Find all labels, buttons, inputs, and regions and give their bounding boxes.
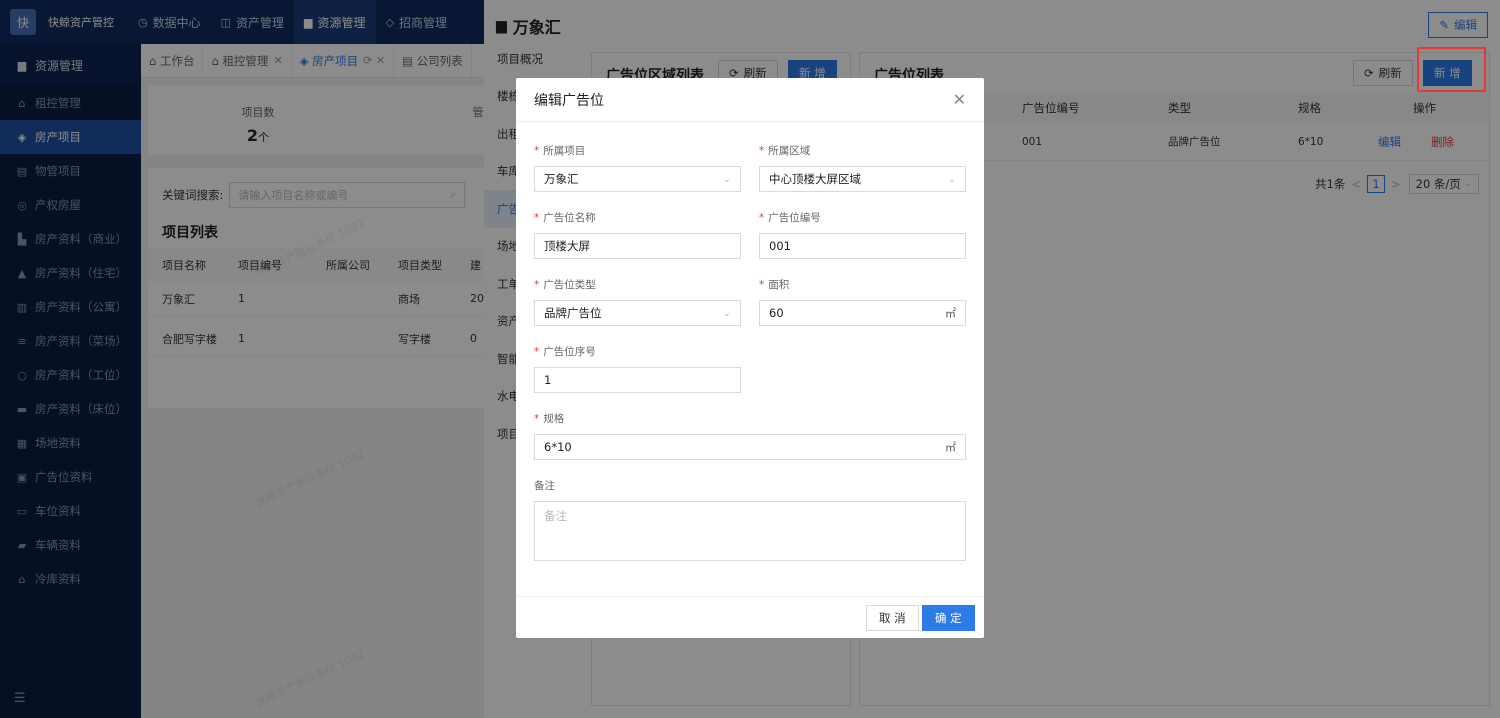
cancel-button[interactable]: 取 消 <box>866 605 919 631</box>
field-size: * 面积 60 ㎡ <box>759 277 966 326</box>
name-input[interactable]: 顶楼大屏 <box>534 233 741 259</box>
field-order: * 广告位序号 1 <box>534 344 741 393</box>
order-input[interactable]: 1 <box>534 367 741 393</box>
chevron-down-icon: ⌄ <box>722 173 731 185</box>
size-input[interactable]: 60 ㎡ <box>759 300 966 326</box>
field-type: * 广告位类型 品牌广告位 ⌄ <box>534 277 741 326</box>
type-select[interactable]: 品牌广告位 ⌄ <box>534 300 741 326</box>
close-icon[interactable]: ✕ <box>953 90 966 109</box>
unit-suffix: ㎡ <box>945 441 956 454</box>
code-input[interactable]: 001 <box>759 233 966 259</box>
field-code: * 广告位编号 001 <box>759 210 966 259</box>
field-project: * 所属项目 万象汇 ⌄ <box>534 143 741 192</box>
dialog-footer: 取 消 确 定 <box>516 596 984 638</box>
project-select[interactable]: 万象汇 ⌄ <box>534 166 741 192</box>
chevron-down-icon: ⌄ <box>947 173 956 185</box>
field-area: * 所属区域 中心顶楼大屏区域 ⌄ <box>759 143 966 192</box>
confirm-button[interactable]: 确 定 <box>922 605 975 631</box>
background-overlay[interactable] <box>0 0 484 718</box>
edit-ad-slot-dialog: 编辑广告位 ✕ * 所属项目 万象汇 ⌄ * 所属区域 中心顶楼大屏区域 ⌄ * 广告位名… <box>516 78 984 638</box>
remark-textarea[interactable]: 备注 <box>534 501 966 561</box>
spec-input[interactable]: 6*10 ㎡ <box>534 434 966 460</box>
highlight-box <box>1417 47 1486 92</box>
field-remark: 备注 备注 <box>534 478 966 561</box>
field-name: * 广告位名称 顶楼大屏 <box>534 210 741 259</box>
field-spec: * 规格 6*10 ㎡ <box>534 411 966 460</box>
chevron-down-icon: ⌄ <box>722 307 731 319</box>
unit-suffix: ㎡ <box>945 307 956 320</box>
area-select[interactable]: 中心顶楼大屏区域 ⌄ <box>759 166 966 192</box>
dialog-title: 编辑广告位 <box>534 92 604 109</box>
